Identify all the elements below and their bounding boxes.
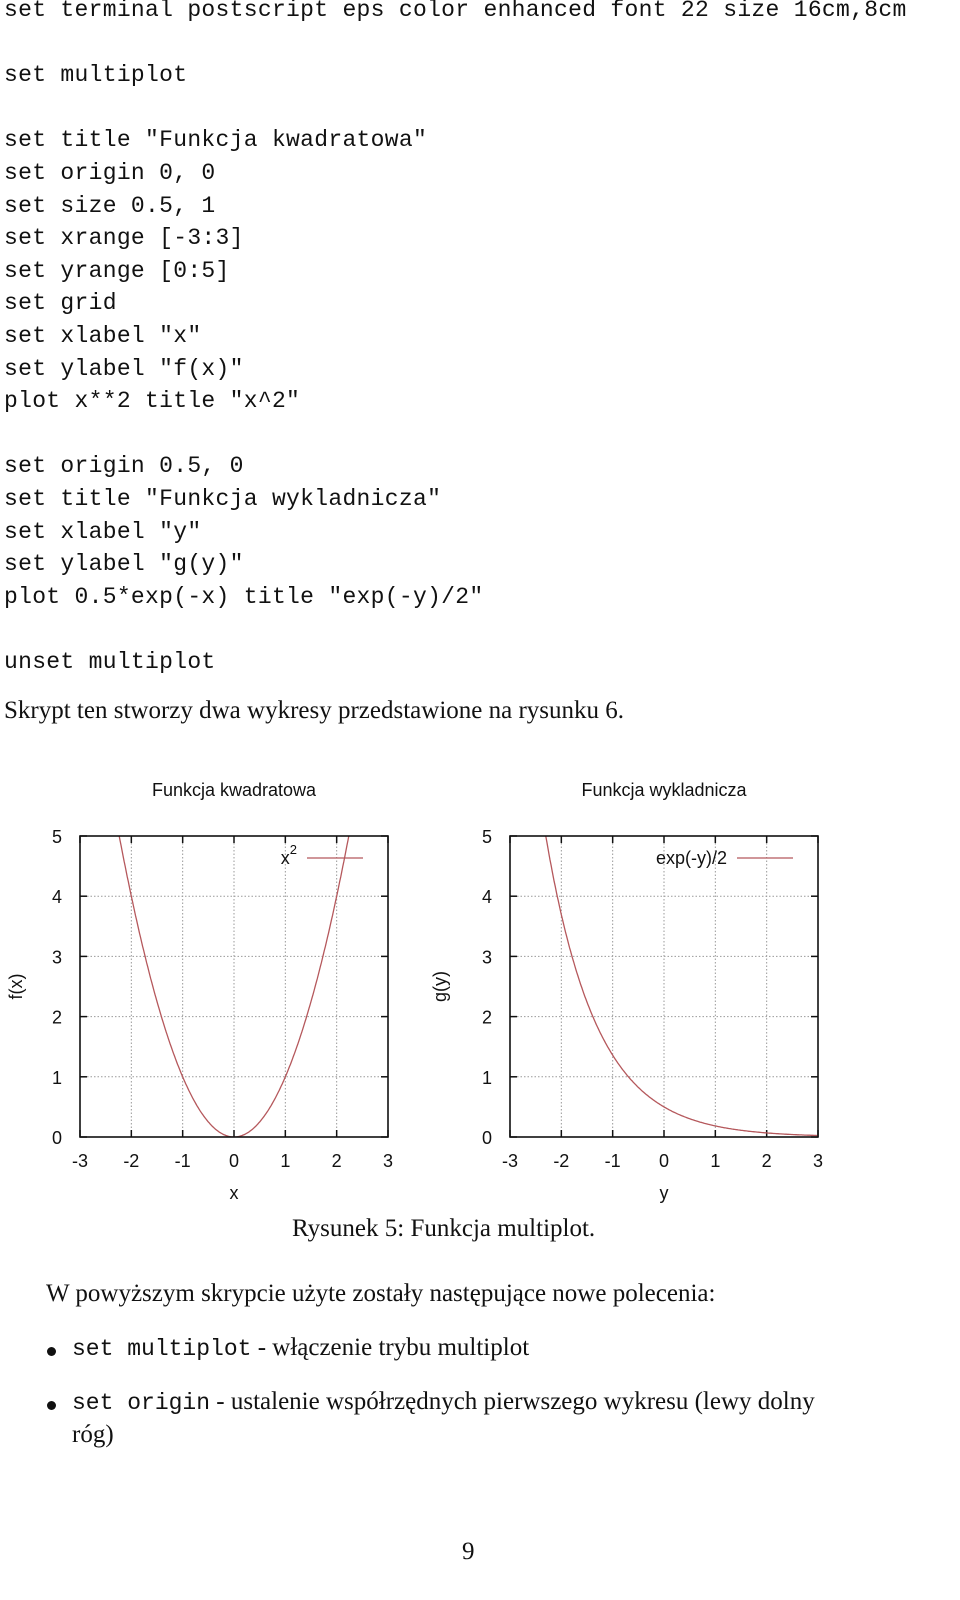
code-line: set origin 0, 0 — [4, 159, 216, 186]
y-tick-label: 4 — [482, 887, 492, 907]
page-number: 9 — [462, 1538, 475, 1565]
x-tick-label: -2 — [553, 1151, 569, 1171]
code-line: set yrange [0:5] — [4, 257, 230, 284]
x-tick-label: -1 — [605, 1151, 621, 1171]
code-line: set origin 0.5, 0 — [4, 453, 244, 480]
x-tick-label: 1 — [280, 1151, 290, 1171]
chart-title: Funkcja wykladnicza — [581, 780, 747, 800]
y-axis-label: g(y) — [430, 971, 450, 1002]
code-line: set xrange [-3:3] — [4, 225, 244, 252]
y-tick-label: 3 — [482, 947, 492, 967]
code-line: set ylabel "g(y)" — [4, 551, 244, 578]
legend-label: exp(-y)/2 — [656, 848, 727, 868]
code-line: set grid — [4, 290, 117, 317]
y-axis-label: f(x) — [6, 974, 26, 1000]
y-tick-label: 4 — [52, 887, 62, 907]
x-axis-label: x — [230, 1183, 239, 1203]
x-tick-label: 0 — [229, 1151, 239, 1171]
x-tick-label: -3 — [72, 1151, 88, 1171]
x-axis-label: y — [660, 1183, 669, 1203]
command-code: set multiplot — [72, 1336, 252, 1362]
code-block: set terminal postscript eps color enhanc… — [4, 0, 907, 678]
command-code: set origin — [72, 1390, 211, 1416]
code-line: set title "Funkcja kwadratowa" — [4, 127, 428, 154]
y-tick-label: 0 — [482, 1128, 492, 1148]
legend-superscript: 2 — [290, 842, 297, 857]
bullet-icon — [47, 1401, 56, 1410]
intro-paragraph: Skrypt ten stworzy dwa wykresy przedstaw… — [4, 697, 625, 724]
x-tick-label: 0 — [659, 1151, 669, 1171]
figure-multiplot: -3 -2 -1 0 1 2 3 0 1 2 3 4 5 Funkcja kwadratowa x f(x) x… — [6, 780, 823, 1203]
y-tick-label: 1 — [482, 1068, 492, 1088]
code-line: set xlabel "y" — [4, 518, 202, 545]
series-line — [118, 836, 350, 1137]
code-line: set terminal postscript eps color enhanc… — [4, 0, 907, 23]
y-tick-label: 5 — [52, 827, 62, 847]
x-tick-label: 2 — [762, 1151, 772, 1171]
legend-label-text: x — [281, 848, 290, 868]
list-item-origin-continuation: róg) — [72, 1421, 114, 1448]
code-line: set ylabel "f(x)" — [4, 355, 244, 382]
x-tick-label: 1 — [710, 1151, 720, 1171]
command-description: - włączenie trybu multiplot — [251, 1334, 530, 1361]
code-line: plot 0.5*exp(-x) title "exp(-y)/2" — [4, 583, 484, 610]
y-tick-label: 1 — [52, 1068, 62, 1088]
code-line: set title "Funkcja wykladnicza" — [4, 485, 442, 512]
y-tick-label: 2 — [482, 1008, 492, 1028]
y-tick-label: 2 — [52, 1008, 62, 1028]
x-tick-label: -2 — [123, 1151, 139, 1171]
x-tick-label: -3 — [502, 1151, 518, 1171]
y-tick-label: 0 — [52, 1128, 62, 1148]
list-intro: W powyższym skrypcie użyte zostały nastę… — [46, 1280, 716, 1307]
chart-quadratic: -3 -2 -1 0 1 2 3 0 1 2 3 4 5 Funkcja kwadratowa x f(x) x… — [6, 780, 393, 1203]
y-tick-label: 5 — [482, 827, 492, 847]
legend-label: x2 — [281, 842, 297, 868]
legend-label-text: exp(-y)/2 — [656, 848, 727, 868]
figure-caption: Rysunek 5: Funkcja multiplot. — [292, 1215, 596, 1242]
code-line: set size 0.5, 1 — [4, 192, 216, 219]
x-tick-label: 2 — [332, 1151, 342, 1171]
x-tick-label: 3 — [383, 1151, 393, 1171]
code-line: set xlabel "x" — [4, 322, 202, 349]
command-description: - ustalenie współrzędnych pierwszego wyk… — [210, 1388, 815, 1415]
list-item-origin: set origin - ustalenie współrzędnych pie… — [72, 1388, 942, 1416]
chart-exponential: -3 -2 -1 0 1 2 3 0 1 2 3 4 5 Funkcja wykladnicza y g(y)… — [430, 780, 823, 1203]
code-line: plot x**2 title "x^2" — [4, 388, 301, 415]
bullet-icon — [47, 1347, 56, 1356]
code-line: unset multiplot — [4, 648, 216, 675]
y-tick-label: 3 — [52, 947, 62, 967]
chart-title: Funkcja kwadratowa — [152, 780, 317, 800]
code-line: set multiplot — [4, 62, 188, 89]
x-tick-label: 3 — [813, 1151, 823, 1171]
x-tick-label: -1 — [175, 1151, 191, 1171]
list-item-multiplot: set multiplot - włączenie trybu multiplo… — [72, 1334, 529, 1362]
